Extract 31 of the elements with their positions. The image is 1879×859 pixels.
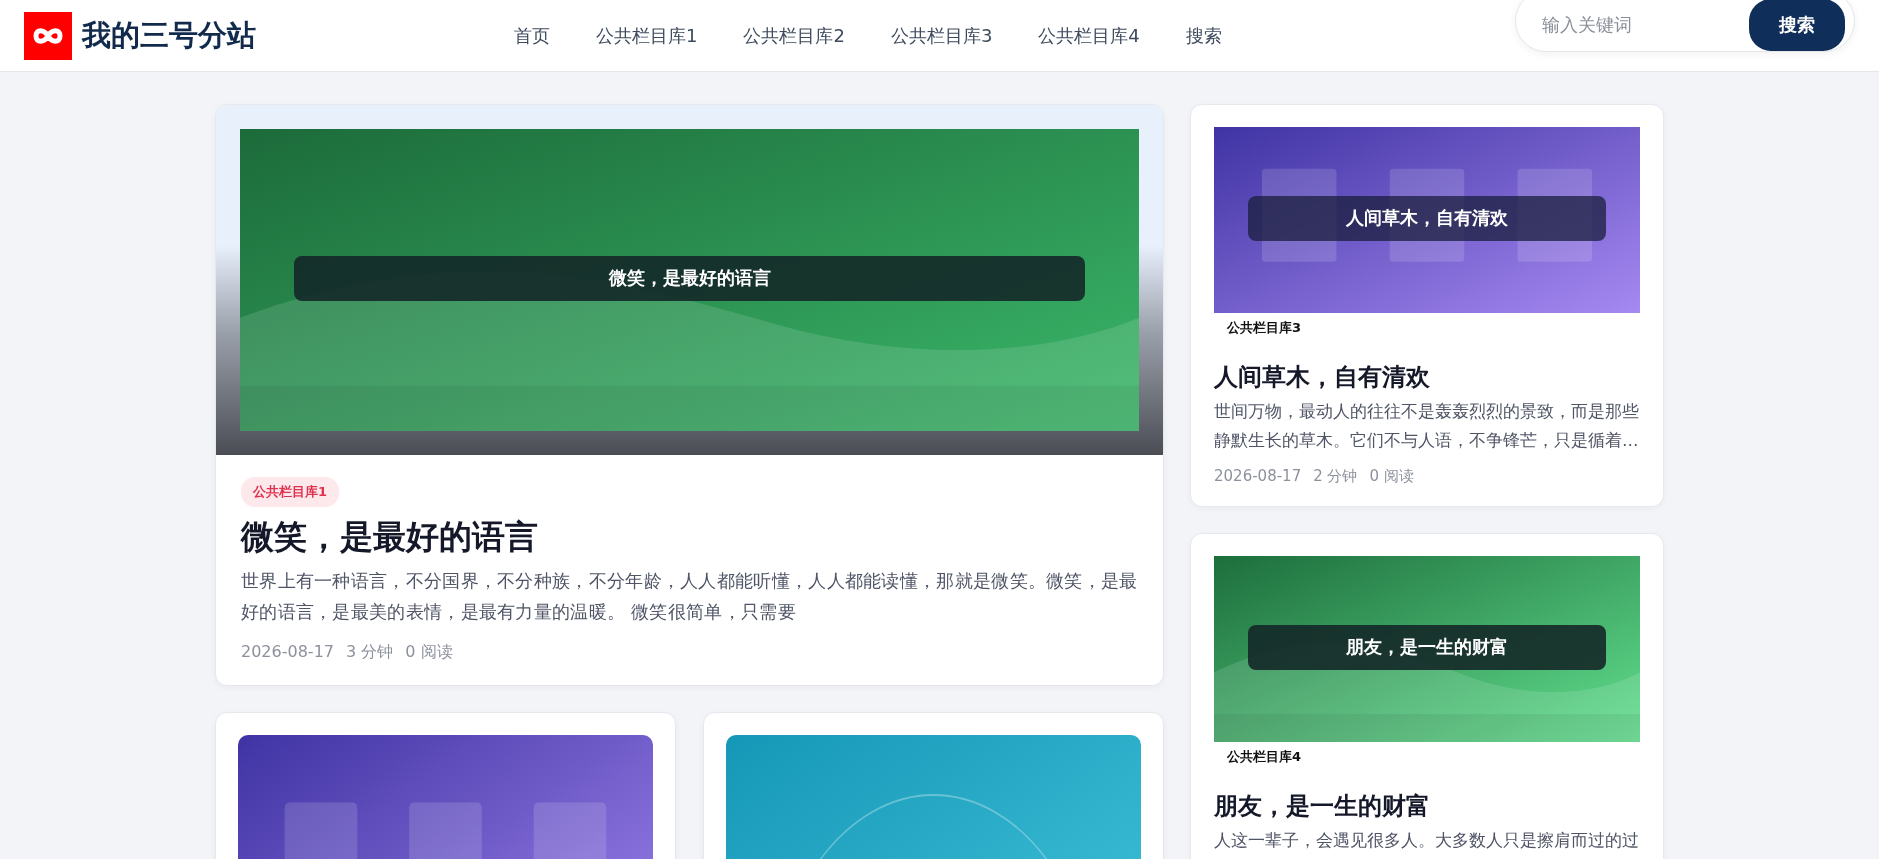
post-date: 2026-08-17 [241,642,334,663]
post-title[interactable]: 微笑，是最好的语言 [241,515,1138,560]
search-button[interactable]: 搜索 [1749,0,1845,51]
nav-link[interactable]: 公共栏目库4 [1038,23,1140,48]
post-date: 2026-08-17 [1214,467,1302,486]
cover-caption: 微笑，是最好的语言 [293,255,1086,301]
view-count: 0 阅读 [1369,467,1414,486]
nav-link[interactable]: 首页 [514,23,550,48]
post-card[interactable]: 微笑，是最好的语言 公共栏目库1 微笑，是最好的语言 世界上有一种语言，不分国界，不分种族，不分年龄，人人都能听懂，人人都能读懂，那就是微笑。微笑，是最好的语言，是最美的表情，是最有力量的温暖。 微笑很简单，只需要 2026-08-17 3 分钟 0 阅读 [215,104,1164,686]
infinity-logo-icon[interactable] [24,11,72,60]
nav-link[interactable]: 公共栏目库2 [743,23,845,48]
view-count: 0 阅读 [405,642,453,663]
cover-caption: 朋友，是一生的财富 [1248,624,1606,670]
post-title[interactable]: 人间草木，自有清欢 [1214,361,1640,393]
category-tag[interactable]: 公共栏目库4 [1214,742,1315,772]
post-title[interactable]: 朋友，是一生的财富 [1214,790,1640,822]
post-excerpt: 世界上有一种语言，不分国界，不分种族，不分年龄，人人都能听懂，人人都能读懂，那就是微笑。微笑，是最好的语言，是最美的表情，是最有力量的温暖。 微笑很简单，只需要 [241,570,1138,624]
nav-link[interactable]: 公共栏目库3 [890,23,993,48]
site-title[interactable]: 我的三号分站 [82,15,256,56]
post-card[interactable]: 朋友，是一生的财富 公共栏目库4 朋友，是一生的财富 人这一辈子，会遇见很多人。大多数人只是擦肩而过的过 [1190,533,1664,859]
category-tag[interactable]: 公共栏目库1 [241,477,340,507]
search-field[interactable]: 输入关键词 搜索 [1515,0,1855,52]
nav-link[interactable]: 公共栏目库1 [596,23,698,48]
post-excerpt: 人这一辈子，会遇见很多人。大多数人只是擦肩而过的过 [1214,830,1640,852]
nav-link[interactable]: 搜索 [1185,23,1222,48]
post-card[interactable]: 人间草木，自有清欢 公共栏目库3 人间草木，自有清欢 世间万物，最动人的往往不是轰轰烈烈的景致，而是那些静默生长的草木。它们不与人语，不争锋芒，只是循着… 2026-08-17 2 分钟 0 阅读 [1190,104,1664,507]
cover-caption: 人间草木，自有清欢 [1248,195,1606,241]
read-time: 2 分钟 [1313,467,1358,486]
category-tag[interactable]: 公共栏目库3 [1214,313,1315,343]
post-excerpt: 世间万物，最动人的往往不是轰轰烈烈的景致，而是那些静默生长的草木。它们不与人语，不争锋芒，只是循着… [1214,401,1640,452]
read-time: 3 分钟 [346,642,394,663]
